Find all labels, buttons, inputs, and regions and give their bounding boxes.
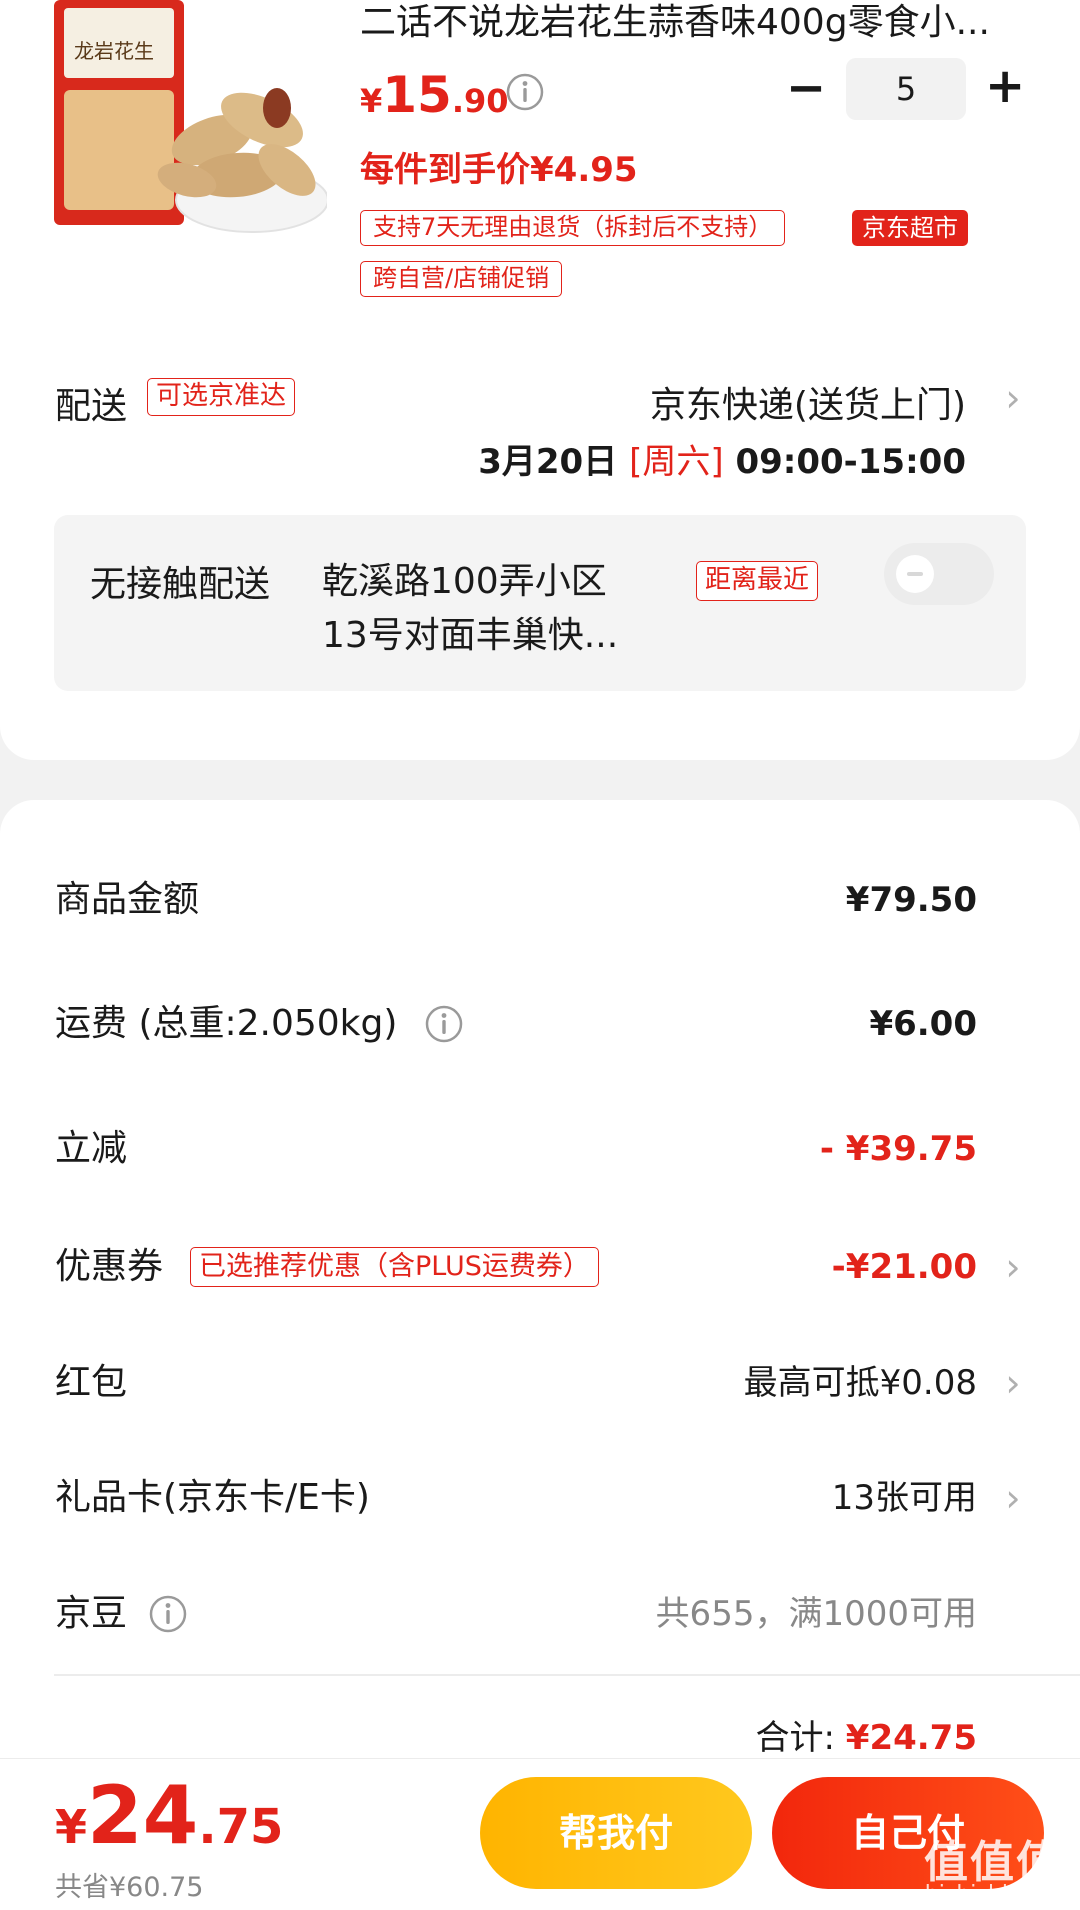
contactless-delivery-panel: 无接触配送 乾溪路100弄小区13号对面丰巢快... 距离最近 [54, 515, 1026, 691]
pay-currency: ¥ [55, 1800, 88, 1854]
jd-beans-value: 共655，满1000可用 [655, 1594, 977, 1634]
gift-card-chevron-icon[interactable]: › [1004, 1479, 1022, 1517]
shipping-value: ¥6.00 [869, 1004, 977, 1044]
red-packet-value: 最高可抵¥0.08 [743, 1363, 977, 1403]
gift-card-value: 13张可用 [831, 1478, 977, 1518]
red-packet-chevron-icon[interactable]: › [1004, 1364, 1022, 1402]
price-integer: 15 [382, 66, 452, 124]
pay-total: ¥24.75 [55, 1769, 283, 1862]
shipping-row: 运费 (总重:2.050kg) ¥6.00 [0, 994, 1080, 1054]
jd-supermarket-badge: 京东超市 [852, 210, 968, 246]
shipping-info-icon[interactable] [424, 1004, 464, 1044]
discount-label: 立减 [55, 1128, 128, 1169]
price-currency: ¥ [360, 82, 383, 120]
price-decimal: .90 [451, 82, 509, 120]
summary-divider [54, 1674, 1080, 1676]
contactless-toggle[interactable] [884, 543, 994, 605]
toggle-knob [896, 555, 934, 593]
product-title[interactable]: 二话不说龙岩花生蒜香味400g零食小... [360, 2, 1040, 44]
watermark-url: zhizhizhi.com [913, 1882, 1062, 1907]
jd-beans-info-icon[interactable] [148, 1594, 188, 1634]
coupon-chevron-icon[interactable]: › [1004, 1248, 1022, 1286]
delivery-chevron-icon[interactable]: › [1004, 379, 1022, 417]
package-text: 龙岩花生 [74, 39, 154, 63]
goods-amount-label: 商品金额 [55, 879, 200, 920]
help-me-pay-button[interactable]: 帮我付 [480, 1777, 752, 1889]
subtotal-row: 合计: ¥24.75 [756, 1710, 977, 1759]
delivery-time[interactable]: 3月20日 [周六] 09:00-15:00 [478, 434, 966, 483]
pay-integer: 24 [87, 1769, 199, 1862]
coupon-selected-tag: 已选推荐优惠（含PLUS运费券） [190, 1247, 599, 1287]
contactless-label: 无接触配送 [90, 564, 271, 605]
delivery-slot: 09:00-15:00 [735, 442, 966, 482]
return-policy-tag: 支持7天无理由退货（拆封后不支持） [360, 210, 786, 246]
subtotal-value: ¥24.75 [845, 1718, 977, 1758]
quantity-input[interactable]: 5 [846, 58, 966, 120]
product-image[interactable]: 龙岩花生 [52, 0, 327, 252]
goods-amount-row: 商品金额 ¥79.50 [0, 870, 1080, 930]
shipping-label: 运费 (总重:2.050kg) [55, 1003, 398, 1044]
jd-beans-label: 京豆 [55, 1593, 128, 1634]
coupon-row[interactable]: 优惠券 已选推荐优惠（含PLUS运费券） -¥21.00 › [0, 1237, 1080, 1297]
pickup-address[interactable]: 乾溪路100弄小区13号对面丰巢快... [322, 555, 642, 663]
nearest-tag: 距离最近 [696, 561, 819, 601]
delivery-label: 配送 [55, 386, 128, 427]
delivery-date: 3月20日 [478, 442, 618, 482]
savings-text: 共省¥60.75 [55, 1872, 204, 1903]
discount-value: - ¥39.75 [819, 1129, 977, 1169]
product-delivery-card: 龙岩花生 二话不说龙岩花生蒜香味400g零食小... ¥15.90 − 5 + … [0, 0, 1080, 760]
jd-beans-row: 京豆 共655，满1000可用 [0, 1584, 1080, 1644]
order-summary-card: 商品金额 ¥79.50 运费 (总重:2.050kg) ¥6.00 立减 - ¥… [0, 800, 1080, 1780]
gift-card-label: 礼品卡(京东卡/E卡) [55, 1477, 370, 1518]
product-price: ¥15.90 [360, 66, 509, 124]
gift-card-row[interactable]: 礼品卡(京东卡/E卡) 13张可用 › [0, 1468, 1080, 1528]
delivery-option-tag: 可选京准达 [147, 378, 296, 416]
unit-price: 每件到手价¥4.95 [360, 150, 638, 190]
quantity-increase-button[interactable]: + [985, 62, 1025, 110]
pay-decimal: .75 [198, 1799, 284, 1855]
red-packet-row[interactable]: 红包 最高可抵¥0.08 › [0, 1353, 1080, 1413]
discount-row: 立减 - ¥39.75 [0, 1119, 1080, 1179]
coupon-label: 优惠券 [55, 1246, 164, 1287]
subtotal-label: 合计: [755, 1718, 835, 1758]
red-packet-label: 红包 [55, 1362, 128, 1403]
delivery-weekday: [周六] [629, 442, 724, 482]
price-info-icon[interactable] [505, 72, 545, 112]
coupon-value: -¥21.00 [831, 1247, 977, 1287]
promotion-tag: 跨自营/店铺促销 [360, 261, 563, 297]
quantity-decrease-button[interactable]: − [786, 64, 826, 112]
delivery-method[interactable]: 京东快递(送货上门) [650, 376, 966, 428]
watermark-logo: 值值值 [924, 1837, 1062, 1888]
goods-amount-value: ¥79.50 [845, 880, 977, 920]
order-confirm-page: 龙岩花生 二话不说龙岩花生蒜香味400g零食小... ¥15.90 − 5 + … [0, 0, 1080, 1910]
